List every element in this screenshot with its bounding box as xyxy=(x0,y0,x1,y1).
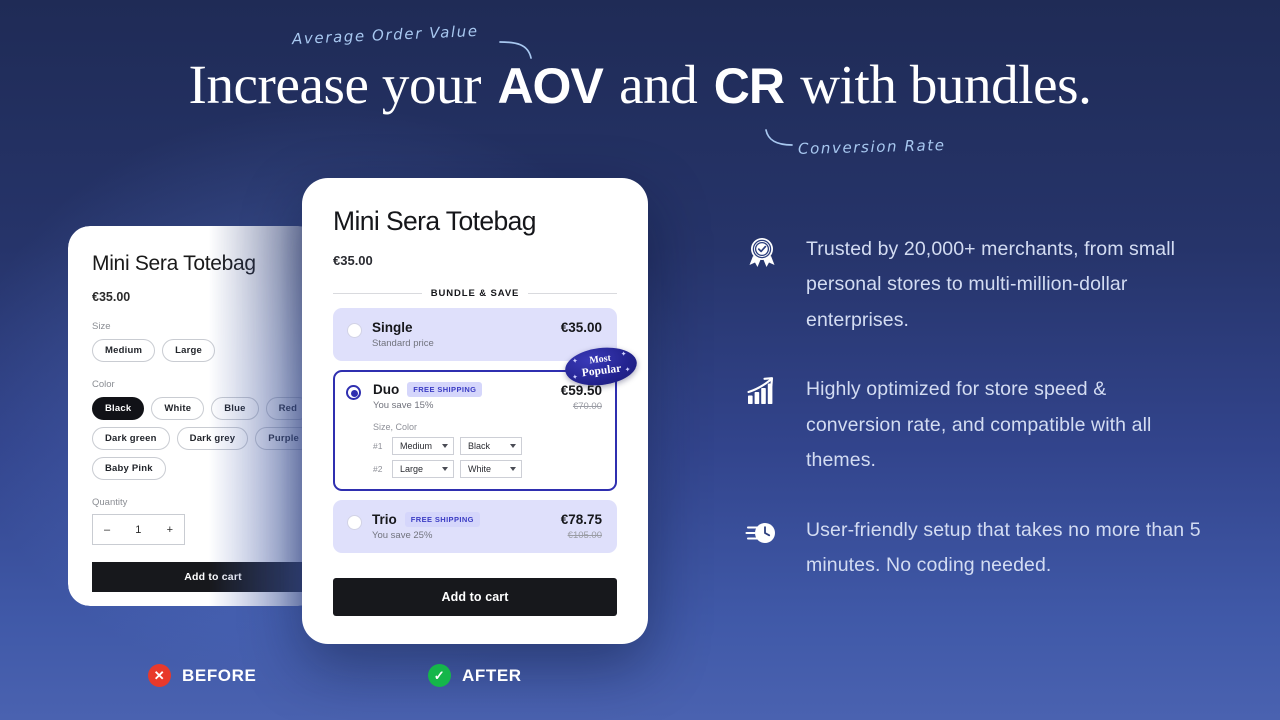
option-single-subtitle: Standard price xyxy=(372,338,434,349)
radio-trio-icon[interactable] xyxy=(347,515,362,530)
color-chip-blue[interactable]: Blue xyxy=(211,397,259,420)
option-duo-free-shipping-badge: FREE SHIPPING xyxy=(407,382,483,397)
quantity-increment-button[interactable]: + xyxy=(167,524,173,536)
before-color-options-row-3: Baby Pink xyxy=(92,457,294,480)
after-product-title: Mini Sera Totebag xyxy=(333,206,537,236)
before-label-text: BEFORE xyxy=(182,665,257,685)
variant-2-color-select[interactable]: White xyxy=(460,460,522,478)
bar-chart-growth-icon xyxy=(744,372,780,408)
headline-highlight-cr: CR xyxy=(710,60,788,114)
headline-part-3: with bundles. xyxy=(786,54,1092,115)
before-color-options-row-2: Dark green Dark grey Purple xyxy=(92,427,313,450)
option-trio-pricing: €78.75 €105.00 xyxy=(561,512,602,541)
color-chip-dark-green[interactable]: Dark green xyxy=(92,427,170,450)
bundle-option-single[interactable]: Single Standard price €35.00 xyxy=(333,308,617,361)
headline-part-2: and xyxy=(605,54,711,115)
variant-row-2: #2 Large White xyxy=(373,460,601,478)
sparkle-icon-4: ✦ xyxy=(624,365,632,375)
radio-single-icon[interactable] xyxy=(347,323,362,338)
divider-line-right xyxy=(528,293,617,294)
variant-2-size-select[interactable]: Large xyxy=(392,460,454,478)
bundle-save-label: BUNDLE & SAVE xyxy=(430,288,520,299)
annotation-cr-arrow-icon xyxy=(765,129,793,146)
feature-list: Trusted by 20,000+ merchants, from small… xyxy=(744,232,1204,618)
before-add-to-cart-button[interactable]: Add to cart xyxy=(92,562,320,592)
after-product-price: €35.00 xyxy=(333,253,373,268)
chevron-down-icon xyxy=(510,444,516,448)
variant-2-color-value: White xyxy=(468,464,492,474)
chevron-down-icon xyxy=(510,467,516,471)
before-product-card: Mini Sera Totebag €35.00 Size Medium Lar… xyxy=(68,226,320,606)
before-size-options: Medium Large xyxy=(92,339,294,362)
radio-duo-icon[interactable] xyxy=(346,385,361,400)
variant-1-color-select[interactable]: Black xyxy=(460,437,522,455)
divider-line-left xyxy=(333,293,422,294)
option-trio-compare-price: €105.00 xyxy=(567,530,602,541)
option-duo-name: Duo xyxy=(373,382,400,397)
variant-1-size-select[interactable]: Medium xyxy=(392,437,454,455)
option-trio-free-shipping-badge: FREE SHIPPING xyxy=(404,512,480,527)
before-product-price: €35.00 xyxy=(92,290,131,304)
variant-row-1: #1 Medium Black xyxy=(373,437,601,455)
sparkle-icon-2: ✦ xyxy=(620,349,628,359)
page-title: Increase your AOV and CR with bundles. xyxy=(0,56,1280,114)
annotation-aov-label: Average Order Value xyxy=(291,21,480,49)
color-chip-baby-pink[interactable]: Baby Pink xyxy=(92,457,166,480)
option-single-pricing: €35.00 xyxy=(561,320,602,335)
color-chip-black[interactable]: Black xyxy=(92,397,145,420)
sparkle-icon-1: ✦ xyxy=(571,356,579,366)
chevron-down-icon xyxy=(442,444,448,448)
feature-item-optimized: Highly optimized for store speed & conve… xyxy=(744,372,1204,478)
variant-1-color-value: Black xyxy=(468,441,491,451)
check-circle-icon: ✓ xyxy=(428,664,451,687)
option-duo-price: €59.50 xyxy=(560,383,602,398)
cross-circle-icon: ✕ xyxy=(148,664,171,687)
headline-part-1: Increase your xyxy=(188,54,495,115)
quantity-stepper[interactable]: – 1 + xyxy=(92,514,185,545)
quantity-decrement-button[interactable]: – xyxy=(104,524,110,536)
before-label: ✕ BEFORE xyxy=(148,664,256,687)
award-badge-icon xyxy=(744,232,780,268)
before-product-title: Mini Sera Totebag xyxy=(92,252,256,275)
fast-clock-icon xyxy=(744,513,780,549)
variant-1-size-value: Medium xyxy=(400,441,433,451)
feature-item-trusted: Trusted by 20,000+ merchants, from small… xyxy=(744,232,1204,338)
promo-slide: Increase your AOV and CR with bundles. A… xyxy=(0,0,1280,720)
option-duo-compare-price: €70.00 xyxy=(572,401,602,412)
after-product-card: Mini Sera Totebag €35.00 BUNDLE & SAVE S… xyxy=(302,178,648,644)
annotation-cr-label: Conversion Rate xyxy=(797,136,946,158)
bundle-save-divider: BUNDLE & SAVE xyxy=(333,288,617,299)
variant-index-2: #2 xyxy=(373,464,383,474)
most-popular-line-2: Popular xyxy=(581,362,622,380)
headline-highlight-aov: AOV xyxy=(494,60,607,114)
option-trio-price: €78.75 xyxy=(560,512,602,527)
after-add-to-cart-button[interactable]: Add to cart xyxy=(333,578,617,616)
feature-text-trusted: Trusted by 20,000+ merchants, from small… xyxy=(806,238,1176,331)
after-label-text: AFTER xyxy=(462,665,522,685)
before-quantity-label: Quantity xyxy=(92,497,128,508)
feature-item-setup: User-friendly setup that takes no more t… xyxy=(744,513,1204,584)
color-chip-dark-grey[interactable]: Dark grey xyxy=(176,427,249,450)
before-color-options-row-1: Black White Blue Red xyxy=(92,397,311,420)
variant-index-1: #1 xyxy=(373,441,383,451)
size-chip-medium[interactable]: Medium xyxy=(92,339,156,362)
color-chip-white[interactable]: White xyxy=(151,397,205,420)
option-trio-name: Trio xyxy=(372,512,397,527)
after-label: ✓ AFTER xyxy=(428,664,522,687)
option-duo-pricing: €59.50 €70.00 xyxy=(561,383,602,412)
variant-2-size-value: Large xyxy=(400,464,424,474)
sparkle-icon-3: ✦ xyxy=(571,372,579,382)
option-single-name: Single xyxy=(372,320,413,335)
bundle-option-trio[interactable]: Trio FREE SHIPPING You save 25% €78.75 €… xyxy=(333,500,617,553)
variant-group-label: Size, Color xyxy=(373,422,418,432)
feature-text-setup: User-friendly setup that takes no more t… xyxy=(806,518,1201,577)
option-single-price: €35.00 xyxy=(560,320,602,335)
before-size-label: Size xyxy=(92,321,111,332)
bundle-option-duo[interactable]: ✦ ✦ ✦ ✦ Most Popular Duo FREE SHIPPING Y… xyxy=(333,343,639,491)
chevron-down-icon xyxy=(442,467,448,471)
before-color-label: Color xyxy=(92,379,115,390)
quantity-value: 1 xyxy=(135,523,142,536)
feature-text-optimized: Highly optimized for store speed & conve… xyxy=(806,378,1152,472)
size-chip-large[interactable]: Large xyxy=(162,339,215,362)
